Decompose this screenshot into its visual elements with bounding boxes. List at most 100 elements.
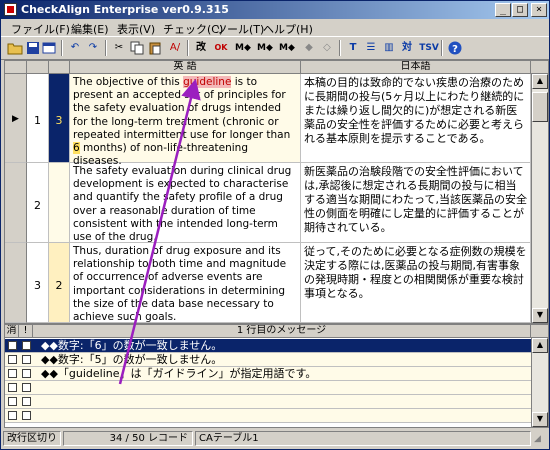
error-count-cell[interactable] — [49, 163, 70, 243]
spellcheck-icon[interactable]: A/ — [167, 40, 183, 56]
modify-icon[interactable]: 改 — [193, 40, 209, 56]
window-title: CheckAlign Enterprise ver0.9.315 — [21, 3, 229, 16]
english-column-header[interactable]: 英 語 — [70, 61, 301, 74]
scroll-thumb[interactable] — [532, 92, 548, 122]
app-icon — [4, 3, 17, 16]
flag-checkbox[interactable] — [22, 369, 31, 378]
alignment-grid: 英 語 日本語 ▶ 1 3 The objective of this guid… — [4, 60, 549, 324]
scroll-header — [531, 61, 548, 74]
flag-checkbox[interactable] — [22, 411, 31, 420]
japanese-cell[interactable]: 本稿の目的は致命的でない疾患の治療のために長期間の投与(5ヶ月以上にわたり継続的… — [301, 74, 531, 163]
tsv-export-icon[interactable]: TSV — [419, 40, 439, 56]
flag-checkbox[interactable] — [22, 341, 31, 350]
number-highlight: 6 — [73, 142, 80, 155]
row-indicator[interactable]: ▶ — [5, 74, 27, 163]
current-row-arrow-icon: ▶ — [12, 114, 19, 124]
menu-bar: ファイル(F) 編集(E) 表示(V) チェック(C) ツール(T) ヘルプ(H… — [1, 19, 549, 36]
row-number-header — [27, 61, 49, 74]
message-row[interactable] — [5, 409, 548, 423]
pair-icon[interactable]: 対 — [399, 40, 415, 56]
count-header — [49, 61, 70, 74]
redo-icon[interactable]: ↷ — [85, 40, 101, 56]
flag-checkbox[interactable] — [22, 383, 31, 392]
message-row[interactable]: ◆◆数字:「6」の数が一致しません。 — [5, 339, 548, 353]
vertical-scrollbar[interactable]: ▲ ▼ — [531, 74, 548, 323]
row-number[interactable]: 3 — [27, 243, 49, 323]
scroll-up-icon[interactable]: ▲ — [532, 338, 548, 353]
japanese-column-header[interactable]: 日本語 — [301, 61, 531, 74]
row-number[interactable]: 2 — [27, 163, 49, 243]
maximize-button[interactable]: □ — [512, 3, 528, 17]
messages-header: 1 行目のメッセージ — [33, 325, 531, 338]
japanese-cell[interactable]: 新医薬品の治験段階での安全性評価においては,承認後に想定される長期間の投与に相当… — [301, 163, 531, 243]
messages-panel: 消 ! 1 行目のメッセージ ◆◆数字:「6」の数が一致しません。 ◆◆数字:「… — [4, 324, 549, 428]
menu-edit[interactable]: 編集(E) — [71, 21, 109, 37]
undo-icon[interactable]: ↶ — [67, 40, 83, 56]
merge-icon[interactable]: M◆ — [279, 40, 295, 56]
message-row[interactable]: ◆◆数字:「5」の数が一致しません。 — [5, 353, 548, 367]
row-indicator[interactable] — [5, 163, 27, 243]
cut-icon[interactable]: ✂ — [111, 40, 127, 56]
menu-tools[interactable]: ツール(T) — [216, 21, 264, 37]
row-indicator[interactable] — [5, 243, 27, 323]
move-left-icon[interactable]: M◆ — [235, 40, 251, 56]
scroll-up-icon[interactable]: ▲ — [532, 74, 548, 89]
minimize-button[interactable]: _ — [495, 3, 511, 17]
menu-help[interactable]: ヘルプ(H) — [263, 21, 313, 37]
close-button[interactable]: × — [531, 3, 547, 17]
message-row[interactable]: ◆◆「guideline」は「ガイドライン」が指定用語です。 — [5, 367, 548, 381]
list-icon[interactable]: ☰ — [363, 40, 379, 56]
message-row[interactable] — [5, 395, 548, 409]
text-frame-icon[interactable]: T — [345, 40, 361, 56]
japanese-cell[interactable]: 従って,そのために必要となる症例数の規模を決定する際には,医薬品の投与期間,有害… — [301, 243, 531, 323]
copy-icon[interactable] — [129, 40, 145, 56]
menu-check[interactable]: チェック(C) — [163, 21, 223, 37]
row-number[interactable]: 1 — [27, 74, 49, 163]
flag-column-header[interactable]: ! — [19, 325, 33, 338]
delete-column-header[interactable]: 消 — [5, 325, 19, 338]
message-text: ◆◆数字:「5」の数が一致しません。 — [41, 353, 223, 366]
menu-view[interactable]: 表示(V) — [117, 21, 155, 37]
message-text: ◆◆数字:「6」の数が一致しません。 — [41, 339, 223, 352]
gem-icon[interactable]: ◆ — [301, 40, 317, 56]
diamond-icon[interactable]: ◇ — [319, 40, 335, 56]
flag-checkbox[interactable] — [22, 397, 31, 406]
resize-grip-icon[interactable]: ◢ — [534, 434, 541, 444]
message-text: ◆◆「guideline」は「ガイドライン」が指定用語です。 — [41, 367, 317, 380]
record-counter: 34 / 50 レコード — [63, 431, 193, 446]
english-cell[interactable]: The objective of this guideline is to pr… — [70, 74, 301, 167]
move-right-icon[interactable]: M◆ — [257, 40, 273, 56]
window-icon[interactable] — [41, 40, 57, 56]
delete-checkbox[interactable] — [8, 411, 17, 420]
delete-checkbox[interactable] — [8, 341, 17, 350]
flag-checkbox[interactable] — [22, 355, 31, 364]
app-window: CheckAlign Enterprise ver0.9.315 _ □ × フ… — [0, 0, 550, 450]
svg-text:?: ? — [452, 44, 458, 55]
help-icon[interactable]: ? — [447, 40, 463, 56]
menu-file[interactable]: ファイル(F) — [11, 21, 70, 37]
scroll-down-icon[interactable]: ▼ — [532, 412, 548, 427]
paste-icon[interactable] — [147, 40, 163, 56]
delete-checkbox[interactable] — [8, 397, 17, 406]
row-indicator-header — [5, 61, 27, 74]
english-cell[interactable]: The safety evaluation during clinical dr… — [70, 163, 301, 243]
error-count-cell[interactable]: 3 — [49, 74, 70, 163]
error-count-cell[interactable]: 2 — [49, 243, 70, 323]
toolbar: ↶ ↷ ✂ A/ 改 OK M◆ M◆ M◆ ◆ ◇ T ☰ ▥ 対 TSV ? — [1, 36, 549, 60]
columns-icon[interactable]: ▥ — [381, 40, 397, 56]
status-bar: 改行区切り 34 / 50 レコード CAテーブル1 ◢ — [1, 429, 549, 448]
table-name: CAテーブル1 — [195, 431, 531, 446]
scroll-down-icon[interactable]: ▼ — [532, 308, 548, 323]
messages-scrollbar[interactable]: ▲ ▼ — [531, 338, 548, 427]
delete-checkbox[interactable] — [8, 355, 17, 364]
save-icon[interactable] — [25, 40, 41, 56]
ok-check-icon[interactable]: OK — [213, 40, 229, 56]
english-cell[interactable]: Thus, duration of drug exposure and its … — [70, 243, 301, 323]
delete-checkbox[interactable] — [8, 369, 17, 378]
title-bar[interactable]: CheckAlign Enterprise ver0.9.315 _ □ × — [1, 1, 549, 19]
open-folder-icon[interactable] — [7, 40, 23, 56]
delete-checkbox[interactable] — [8, 383, 17, 392]
message-row[interactable] — [5, 381, 548, 395]
line-break-mode: 改行区切り — [3, 431, 61, 446]
english-text: The objective of this — [73, 76, 184, 88]
